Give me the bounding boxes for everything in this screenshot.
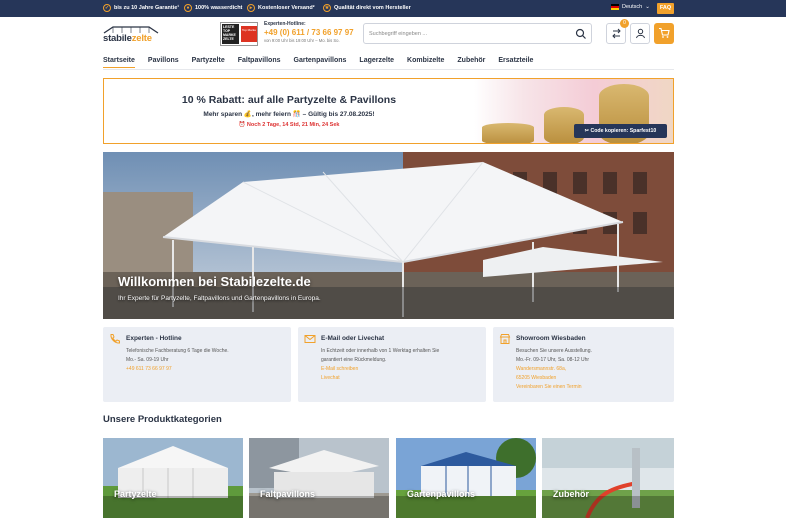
usp-label: Qualität direkt vom Hersteller <box>334 5 411 11</box>
card-text: Telefonische Fachberatung 6 Tage die Woc… <box>126 348 229 354</box>
contact-card-email: E-Mail oder Livechat In Echtzeit oder in… <box>298 327 486 402</box>
account-button[interactable] <box>630 23 650 44</box>
hero-subtitle: Ihr Experte für Partyzelte, Faltpavillon… <box>118 295 321 302</box>
chevron-down-icon: ⌄ <box>645 4 650 10</box>
card-text: Besuchen Sie unsere Ausstellung. <box>516 348 592 354</box>
category-label: Zubehör <box>553 489 589 499</box>
promo-countdown: ⏰ Noch 2 Tage, 14 Std, 21 Min, 24 Sek <box>238 122 340 128</box>
usp-item: ● 100% wasserdicht <box>184 4 242 12</box>
hero-banner[interactable]: Willkommen bei Stabilezelte.de Ihr Exper… <box>103 152 674 319</box>
usp-label: bis zu 10 Jahre Garantie¹ <box>114 5 180 11</box>
card-title: E-Mail oder Livechat <box>321 335 385 342</box>
livechat-link[interactable]: Livechat <box>321 375 340 381</box>
nav-item-kombizelte[interactable]: Kombizelte <box>407 57 444 68</box>
address-link[interactable]: Wandersmannstr. 68a, <box>516 366 566 372</box>
cart-button[interactable] <box>654 23 674 44</box>
search-icon[interactable] <box>575 28 587 40</box>
card-text: Mo.- Sa. 09-19 Uhr <box>126 357 169 363</box>
nav-item-faltpavillons[interactable]: Faltpavillons <box>238 57 281 68</box>
star-icon: ★ <box>323 4 331 12</box>
cart-icon <box>659 27 670 38</box>
main-navigation: Startseite Pavillons Partyzelte Faltpavi… <box>103 57 546 68</box>
category-card-gartenpavillons[interactable]: Gartenpavillons <box>396 438 536 518</box>
german-flag-icon <box>611 4 619 10</box>
nav-divider <box>103 69 674 70</box>
logo[interactable]: stabilezelte <box>103 26 159 44</box>
nav-item-lagerzelte[interactable]: Lagerzelte <box>359 57 394 68</box>
usp-item: ▸ Kostenloser Versand² <box>247 4 315 12</box>
store-icon <box>499 334 511 344</box>
category-card-faltpavillons[interactable]: Faltpavillons <box>249 438 389 518</box>
card-text: garantiert eine Rückmeldung. <box>321 357 387 363</box>
nav-item-pavillons[interactable]: Pavillons <box>148 57 179 68</box>
faq-button[interactable]: FAQ <box>657 3 674 14</box>
shield-icon: ✓ <box>103 4 111 12</box>
nav-item-partyzelte[interactable]: Partyzelte <box>192 57 225 68</box>
user-icon <box>636 28 645 39</box>
category-label: Gartenpavillons <box>407 489 476 499</box>
award-badge: LESTE TOP MARKE ZELTE Top Marke <box>220 22 258 46</box>
hotline-number[interactable]: +49 (0) 611 / 73 66 97 97 <box>264 28 354 37</box>
usp-label: Kostenloser Versand² <box>258 5 315 11</box>
contact-card-showroom: Showroom Wiesbaden Besuchen Sie unsere A… <box>493 327 674 402</box>
usp-item: ✓ bis zu 10 Jahre Garantie¹ <box>103 4 179 12</box>
drop-icon: ● <box>184 4 192 12</box>
usp-label: 100% wasserdicht <box>195 5 243 11</box>
contact-card-hotline: Experten - Hotline Telefonische Fachbera… <box>103 327 291 402</box>
nav-item-startseite[interactable]: Startseite <box>103 57 135 68</box>
hero-title: Willkommen bei Stabilezelte.de <box>118 274 311 289</box>
promo-title: 10 % Rabatt: auf alle Partyzelte & Pavil… <box>181 94 397 106</box>
logo-text: stabilezelte <box>103 33 152 44</box>
hotline: Experten-Hotline: +49 (0) 611 / 73 66 97… <box>264 21 354 43</box>
usp-topbar: ✓ bis zu 10 Jahre Garantie¹ ● 100% wasserd… <box>0 0 786 17</box>
coin-stack-image <box>482 123 534 143</box>
category-card-partyzelte[interactable]: Partyzelte <box>103 438 243 518</box>
hotline-label: Experten-Hotline: <box>264 21 306 27</box>
appointment-link[interactable]: Vereinbaren Sie einen Termin <box>516 384 582 390</box>
card-text: In Echtzeit oder innerhalb von 1 Werktag… <box>321 348 440 354</box>
compare-count-badge: 0 <box>620 19 629 28</box>
category-card-zubehoer[interactable]: Zubehör <box>542 438 674 518</box>
card-title: Showroom Wiesbaden <box>516 335 586 342</box>
promo-banner[interactable]: 10 % Rabatt: auf alle Partyzelte & Pavil… <box>103 78 674 144</box>
award-seal: Top Marke <box>241 26 257 42</box>
hotline-hours: von 9:00 Uhr bis 19:00 Uhr – Mo. bis So. <box>264 38 340 43</box>
language-label: Deutsch <box>622 4 643 10</box>
search-input[interactable]: Suchbegriff eingeben ... <box>363 23 592 44</box>
partyzelt-image <box>103 438 243 518</box>
email-link[interactable]: E-Mail schreiben <box>321 366 358 372</box>
faltpavillon-image <box>249 438 389 518</box>
address-link[interactable]: 65205 Wiesbaden <box>516 375 556 381</box>
nav-item-ersatzteile[interactable]: Ersatzteile <box>498 57 533 68</box>
award-label: LESTE TOP MARKE ZELTE <box>222 24 239 44</box>
card-text: Mo.-Fr. 09-17 Uhr, Sa. 08-12 Uhr <box>516 357 590 363</box>
phone-link[interactable]: +49 611 73 66 97 97 <box>126 366 172 372</box>
card-title: Experten - Hotline <box>126 335 182 342</box>
mail-icon <box>304 335 316 343</box>
language-selector[interactable]: Deutsch ⌄ <box>611 4 650 10</box>
category-label: Faltpavillons <box>260 489 316 499</box>
usp-item: ★ Qualität direkt vom Hersteller <box>323 4 411 12</box>
copy-code-button[interactable]: ✂ Code kopieren: Sparfest10 <box>574 124 667 138</box>
truck-icon: ▸ <box>247 4 255 12</box>
compare-arrows-icon <box>612 28 621 39</box>
nav-item-zubehoer[interactable]: Zubehör <box>457 57 485 68</box>
compare-button[interactable]: 0 <box>606 19 629 44</box>
search-placeholder: Suchbegriff eingeben ... <box>369 31 427 37</box>
hero-tent-image <box>103 152 674 319</box>
categories-heading: Unsere Produktkategorien <box>103 414 222 425</box>
gartenpavillon-image <box>396 438 536 518</box>
promo-subtitle: Mehr sparen 💰, mehr feiern 🎊 – Gültig bi… <box>203 111 375 118</box>
category-label: Partyzelte <box>114 489 157 499</box>
zubehoer-image <box>542 438 674 518</box>
phone-icon <box>110 334 120 344</box>
nav-item-gartenpavillons[interactable]: Gartenpavillons <box>294 57 347 68</box>
